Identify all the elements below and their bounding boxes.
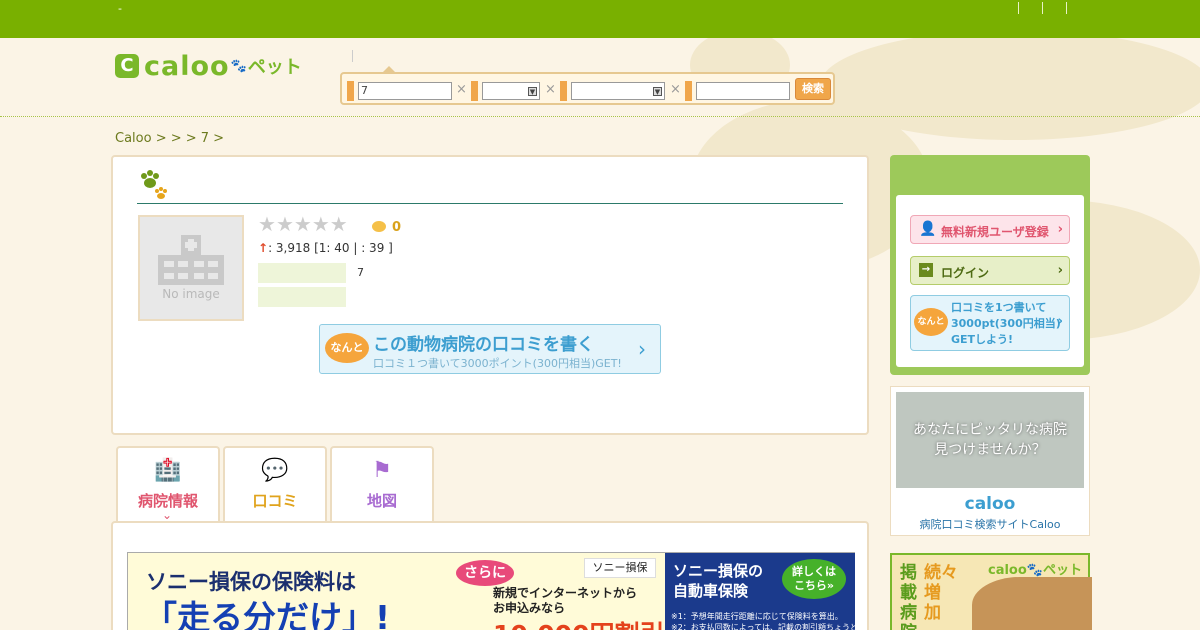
chevron-down-icon: ▼ <box>653 87 662 96</box>
write-review-title: この動物病院の口コミを書く <box>373 335 594 355</box>
ad-badge: さらに <box>456 560 514 586</box>
banner-vertical-text: 続々増加 <box>924 563 958 623</box>
banner-subtitle: 病院口コミ検索サイトCaloo <box>919 518 1061 531</box>
rating-stars: ★ ★ ★ ★ ★ <box>258 214 348 234</box>
site-logo[interactable]: C caloo 🐾 ペット <box>115 50 302 82</box>
info-value: 7 <box>357 266 364 279</box>
write-review-subtitle: 口コミ１つ書いて3000ポイント(300円相当)GET! <box>373 357 622 370</box>
search-field-marker <box>560 81 567 101</box>
hospital-icon: 🏥 <box>154 458 182 483</box>
top-bar-text: - <box>118 2 122 15</box>
pet-banner[interactable]: 掲載病院 続々増加 caloo🐾ペット <box>890 553 1092 630</box>
ad-details-button[interactable]: 詳しくは こちら» <box>782 559 846 599</box>
tab-reviews[interactable]: 💬 口コミ <box>223 446 327 522</box>
star-icon: ★ <box>311 212 330 236</box>
banner-photo: あなたにピッタリな病院 見つけませんか？ <box>896 392 1084 488</box>
paw-icon <box>136 168 170 205</box>
hospital-stats: ↑: 3,918 [1: 40 | : 39 ] <box>258 241 393 255</box>
times-icon: × <box>670 82 681 97</box>
star-icon: ★ <box>275 212 294 236</box>
ad-right: ソニー損保の 自動車保険 詳しくは こちら» ※1：予想年間走行距離に応じて保険… <box>665 553 858 630</box>
search-notch <box>382 66 396 73</box>
login-icon: → <box>919 263 933 277</box>
ad-right-title: ソニー損保の 自動車保険 <box>673 562 764 600</box>
ad-left: ソニー損保の保険料は 「走る分だけ」! さらに 新規でインターネットから お申込… <box>128 553 665 630</box>
advertisement-banner[interactable]: ソニー損保の保険料は 「走る分だけ」! さらに 新規でインターネットから お申込… <box>127 552 858 630</box>
search-field-marker <box>685 81 692 101</box>
banner-logo: caloo <box>964 494 1016 514</box>
star-icon: ★ <box>258 212 276 236</box>
title-underline <box>137 203 843 204</box>
chevron-down-icon: ▼ <box>528 87 537 96</box>
times-icon: × <box>545 82 556 97</box>
write-review-button[interactable]: なんと この動物病院の口コミを書く 口コミ１つ書いて3000ポイント(300円相… <box>319 324 661 374</box>
add-user-icon: 👤 <box>919 221 937 237</box>
logo-mark: C <box>115 54 139 78</box>
tab-label: 地図 <box>366 492 397 510</box>
no-image-label: No image <box>162 287 220 301</box>
dog-photo <box>972 577 1092 630</box>
paw-icon: 🐾 <box>230 58 247 74</box>
logo-pet-text: ペット <box>247 57 302 78</box>
search-input-keyword[interactable]: 7 <box>358 82 452 100</box>
search-input-area[interactable] <box>696 82 790 100</box>
banner-overlay-text: あなたにピッタリな病院 見つけませんか？ <box>913 422 1067 458</box>
banner-logo: caloo🐾ペット <box>988 563 1082 578</box>
search-select-1[interactable]: ▼ <box>482 82 540 100</box>
breadcrumb[interactable]: Caloo > > > 7 > <box>115 131 224 146</box>
comment-bubble-icon <box>372 221 386 232</box>
chevron-right-icon: › <box>1057 314 1063 329</box>
logo-text: caloo <box>144 50 230 82</box>
register-label: 無料新規ユーザ登録 <box>941 225 1049 239</box>
comment-bubble-icon: 💬 <box>261 458 289 483</box>
top-link-divider <box>1042 2 1043 14</box>
hospital-no-image: No image <box>138 215 244 321</box>
info-label-box <box>258 263 346 283</box>
search-bar: 7 × ▼ × ▼ × 検索 <box>340 66 835 105</box>
nanto-badge: なんと <box>914 308 948 336</box>
tab-hospital-info[interactable]: 🏥 病院情報 ⌄ <box>116 446 220 524</box>
header-divider <box>352 50 353 62</box>
times-icon: × <box>456 82 467 97</box>
register-button[interactable]: 👤 無料新規ユーザ登録 › <box>910 215 1070 244</box>
login-label: ログイン <box>941 266 990 280</box>
search-field-marker <box>471 81 478 101</box>
search-select-2[interactable]: ▼ <box>571 82 665 100</box>
ad-fine-print: ※1：予想年間走行距離に応じて保険料を算出。 ※2：お支払回数によっては、記載の… <box>671 612 858 630</box>
tab-map[interactable]: ⚑ 地図 <box>330 446 434 522</box>
ad-discount: 10,000円割引 <box>493 615 664 630</box>
ad-middle-text: 新規でインターネットから お申込みなら <box>493 586 638 615</box>
review-promo-text: 口コミを1つ書いて 3000pt(300円相当) GETしよう! <box>951 301 1061 346</box>
chevron-right-icon: › <box>1057 263 1063 278</box>
top-bar: - <box>0 0 1200 38</box>
review-promo-button[interactable]: なんと 口コミを1つ書いて 3000pt(300円相当) GETしよう! › <box>910 295 1070 351</box>
chevron-down-icon: ⌄ <box>162 508 173 522</box>
login-button[interactable]: → ログイン › <box>910 256 1070 285</box>
search-field-marker <box>347 81 354 101</box>
caloo-banner[interactable]: あなたにピッタリな病院 見つけませんか？ caloo 病院口コミ検索サイトCal… <box>890 386 1090 536</box>
nanto-badge: なんと <box>325 333 369 363</box>
top-link-divider <box>1066 2 1067 14</box>
chevron-right-icon: › <box>1057 222 1063 237</box>
chevron-right-icon: › <box>638 337 646 361</box>
tab-label: 口コミ <box>252 492 298 510</box>
search-button[interactable]: 検索 <box>795 78 831 100</box>
star-icon: ★ <box>293 212 312 236</box>
stats-text: : 3,918 [1: 40 | : 39 ] <box>268 241 393 255</box>
flag-icon: ⚑ <box>372 458 392 483</box>
ad-headline-big: 「走る分だけ」! <box>144 598 391 630</box>
top-link-divider <box>1018 2 1019 14</box>
star-icon: ★ <box>329 212 348 236</box>
review-count[interactable]: 0 <box>392 220 401 235</box>
ad-brand: ソニー損保 <box>584 558 656 578</box>
banner-vertical-text: 掲載病院 <box>900 563 917 630</box>
info-label-box <box>258 287 346 307</box>
up-arrow-icon: ↑ <box>258 241 269 255</box>
